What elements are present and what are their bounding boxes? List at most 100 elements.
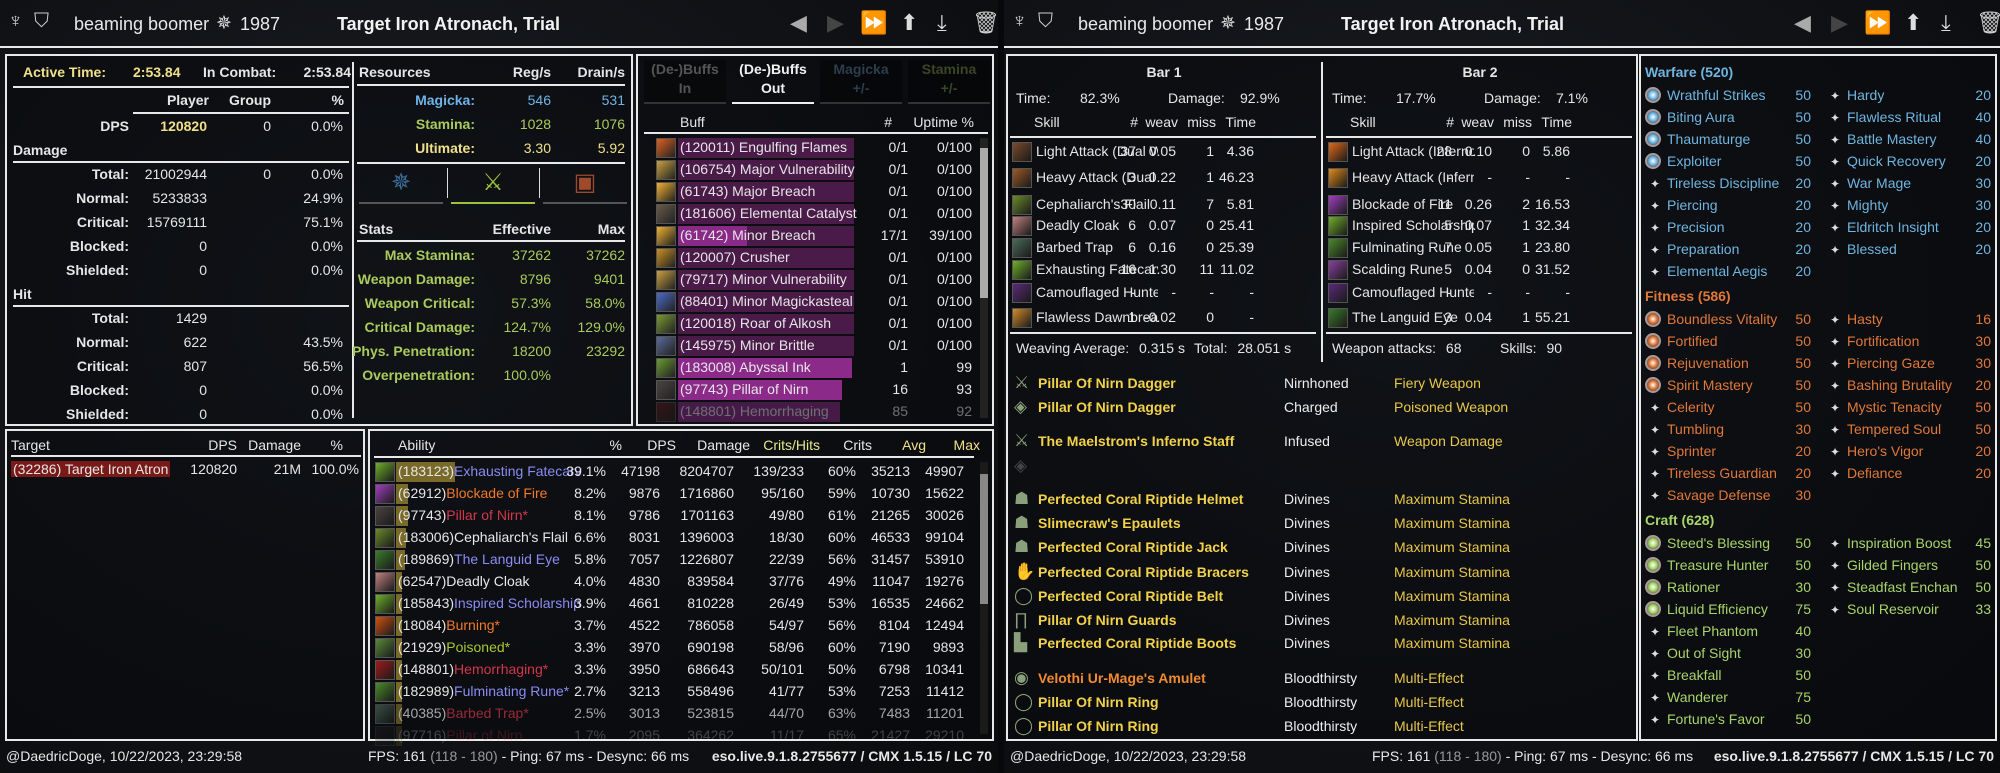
skill-row[interactable]: Light Attack (Dual Wi 37 0.05 1 4.36: [1008, 142, 1318, 164]
ability-row[interactable]: (183006)Cephaliarch's Flail 6.6% 8031 13960…: [370, 528, 976, 550]
buff-row[interactable]: (88401) Minor Magickasteal 0/1 0/100: [638, 292, 972, 313]
cp-star-row[interactable]: ✦ Sprinter 20: [1641, 442, 1811, 464]
cp-star-row[interactable]: ✦ Wanderer 75: [1641, 688, 1811, 710]
next-fight-button[interactable]: ▶: [827, 10, 844, 36]
cp-star-row[interactable]: ✦ Soul Reservoir 33: [1821, 600, 1991, 622]
skill-row[interactable]: Inspired Scholarship 5 0.07 1 32.34: [1324, 216, 1634, 238]
save-button[interactable]: ⤓: [1941, 10, 1951, 36]
equipment-row[interactable]: ☗ Slimecraw's Epaulets Divines Maximum Stam…: [1008, 513, 1628, 536]
delete-button[interactable]: 🗑: [972, 10, 1000, 36]
buffs-tab-2[interactable]: Magicka +/-: [820, 60, 902, 104]
equipment-row[interactable]: ⚔ Pillar Of Nirn Dagger Nirnhoned Fiery Wea…: [1008, 373, 1628, 396]
cp-star-row[interactable]: ✦ Quick Recovery 20: [1821, 152, 1991, 174]
cp-star-row[interactable]: Rejuvenation 50: [1641, 354, 1811, 376]
skill-row[interactable]: Exhausting Fatecarv 16 1.30 11 11.02: [1008, 260, 1318, 282]
buff-row[interactable]: (183008) Abyssal Ink 1 99: [638, 358, 972, 379]
resource-tab-stamina[interactable]: ⚔: [451, 168, 535, 204]
cp-star-row[interactable]: ✦ Defiance 20: [1821, 464, 1991, 486]
ability-row[interactable]: (97716)Pillar of Nirn 1.7% 2095 364262 11/17…: [370, 726, 976, 748]
ability-row[interactable]: (189869)The Languid Eye 5.8% 7057 1226807 22…: [370, 550, 976, 572]
last-fight-button[interactable]: ⏩: [860, 10, 887, 36]
equipment-row[interactable]: ◯ Pillar Of Nirn Ring Bloodthirsty Multi-Ef…: [1008, 716, 1628, 739]
ability-row[interactable]: (21929)Poisoned* 3.3% 3970 690198 58/96 60% 71…: [370, 638, 976, 660]
resource-tab-health[interactable]: ▣: [543, 168, 627, 204]
cp-star-row[interactable]: ✦ Hasty 16: [1821, 310, 1991, 332]
delete-button[interactable]: 🗑: [1976, 10, 2000, 36]
equipment-row[interactable]: ☗ Perfected Coral Riptide Jack Divines Maxi…: [1008, 537, 1628, 560]
cp-star-row[interactable]: ✦ Hardy 20: [1821, 86, 1991, 108]
cp-star-row[interactable]: Thaumaturge 50: [1641, 130, 1811, 152]
cp-star-row[interactable]: ✦ Fortification 30: [1821, 332, 1991, 354]
ability-row[interactable]: (62547)Deadly Cloak 4.0% 4830 839584 37/76 49…: [370, 572, 976, 594]
ability-row[interactable]: (183123)Exhausting Fatecarv 39.1% 47198 820…: [370, 462, 976, 484]
buffs-scrollbar[interactable]: [980, 138, 988, 418]
ability-row[interactable]: (148801)Hemorrhaging* 3.3% 3950 686643 50/10…: [370, 660, 976, 682]
skill-row[interactable]: Heavy Attack (Dual W3 0.22 146.23: [1008, 168, 1318, 190]
save-button[interactable]: ⤓: [937, 10, 947, 36]
equipment-row[interactable]: ◉ Velothi Ur-Mage's Amulet Bloodthirsty Mul…: [1008, 668, 1628, 691]
abilities-scrollbar[interactable]: [980, 462, 988, 734]
cp-star-row[interactable]: ✦ Celerity 50: [1641, 398, 1811, 420]
buff-row[interactable]: (120007) Crusher 0/1 0/100: [638, 248, 972, 269]
cp-star-row[interactable]: ✦ Bashing Brutality 20: [1821, 376, 1991, 398]
skill-row[interactable]: Deadly Cloak 6 0.07 0 25.41: [1008, 216, 1318, 238]
cp-star-row[interactable]: ✦ Tireless Discipline 20: [1641, 174, 1811, 196]
skill-row[interactable]: Flawless Dawnbreak 1 -0.02 0 -: [1008, 308, 1318, 330]
skill-row[interactable]: Camouflaged Hunter - - - -: [1008, 283, 1318, 305]
cp-star-row[interactable]: ✦ Piercing Gaze 30: [1821, 354, 1991, 376]
cp-star-row[interactable]: ✦ Tempered Soul 50: [1821, 420, 1991, 442]
cp-star-row[interactable]: ✦ Elemental Aegis 20: [1641, 262, 1811, 284]
cp-star-row[interactable]: Spirit Mastery 50: [1641, 376, 1811, 398]
equipment-row[interactable]: ◯ Perfected Coral Riptide Belt Divines Maxi…: [1008, 586, 1628, 609]
equipment-row[interactable]: ◯ Pillar Of Nirn Ring Bloodthirsty Multi-Ef…: [1008, 692, 1628, 715]
buffs-tab-1[interactable]: (De-)Buffs Out: [732, 60, 814, 104]
cp-star-row[interactable]: ✦ Hero's Vigor 20: [1821, 442, 1991, 464]
cp-star-row[interactable]: Liquid Efficiency 75: [1641, 600, 1811, 622]
ability-row[interactable]: (97743)Pillar of Nirn* 8.1% 9786 1701163 49/…: [370, 506, 976, 528]
cp-star-row[interactable]: ✦ Precision 20: [1641, 218, 1811, 240]
target-row[interactable]: (32286) Target Iron Atron 120820 21M 100.0%: [7, 460, 363, 482]
skill-row[interactable]: Heavy Attack (Inferno - - - -: [1324, 168, 1634, 190]
cp-star-row[interactable]: ✦ Steadfast Enchan 50: [1821, 578, 1991, 600]
equipment-row[interactable]: ⚔ The Maelstrom's Inferno Staff Infused Wea…: [1008, 431, 1628, 454]
buff-row[interactable]: (148801) Hemorrhaging 85 92: [638, 402, 972, 423]
cp-star-row[interactable]: Treasure Hunter 50: [1641, 556, 1811, 578]
cp-star-row[interactable]: Boundless Vitality 50: [1641, 310, 1811, 332]
buff-row[interactable]: (97743) Pillar of Nirn 16 93: [638, 380, 972, 401]
upload-button[interactable]: ⬆: [1904, 10, 1922, 36]
resource-tab-magicka[interactable]: ✵: [359, 168, 443, 204]
skill-row[interactable]: Light Attack (Inferno) 28 0.10 0 5.86: [1324, 142, 1634, 164]
equipment-row[interactable]: ◈ Pillar Of Nirn Dagger Charged Poisoned We…: [1008, 397, 1628, 420]
buff-row[interactable]: (106754) Major Vulnerability 0/1 0/100: [638, 160, 972, 181]
cp-star-row[interactable]: Steed's Blessing 50: [1641, 534, 1811, 556]
ability-row[interactable]: (62912)Blockade of Fire 8.2% 9876 1716860 95…: [370, 484, 976, 506]
last-fight-button[interactable]: ⏩: [1864, 10, 1891, 36]
skill-row[interactable]: Fulminating Rune 7 0.05 1 23.80: [1324, 238, 1634, 260]
cp-star-row[interactable]: ✦ Tumbling 30: [1641, 420, 1811, 442]
buffs-tab-3[interactable]: Stamina +/-: [908, 60, 990, 104]
skill-row[interactable]: Barbed Trap 6 0.16 0 25.39: [1008, 238, 1318, 260]
cp-star-row[interactable]: ✦ Mystic Tenacity 50: [1821, 398, 1991, 420]
cp-star-row[interactable]: ✦ Piercing 20: [1641, 196, 1811, 218]
ability-row[interactable]: (40385)Barbed Trap* 2.5% 3013 523815 44/70 63…: [370, 704, 976, 726]
buff-row[interactable]: (61743) Major Breach 0/1 0/100: [638, 182, 972, 203]
skill-row[interactable]: Cephaliarch's Flail 30 0.11 7 5.81: [1008, 195, 1318, 217]
buff-row[interactable]: (145975) Minor Brittle 0/1 0/100: [638, 336, 972, 357]
ability-row[interactable]: (18084)Burning* 3.7% 4522 786058 54/97 56% 810…: [370, 616, 976, 638]
cp-star-row[interactable]: Biting Aura 50: [1641, 108, 1811, 130]
skill-row[interactable]: Scalding Rune 5 0.04 0 31.52: [1324, 260, 1634, 282]
cp-star-row[interactable]: ✦ Savage Defense 30: [1641, 486, 1811, 508]
cp-star-row[interactable]: ✦ Inspiration Boost 45: [1821, 534, 1991, 556]
buff-row[interactable]: (120011) Engulfing Flames 0/1 0/100: [638, 138, 972, 159]
cp-star-row[interactable]: ✦ Blessed 20: [1821, 240, 1991, 262]
previous-fight-button[interactable]: ◀: [1794, 10, 1811, 36]
cp-star-row[interactable]: Exploiter 50: [1641, 152, 1811, 174]
cp-star-row[interactable]: ✦ Breakfall 50: [1641, 666, 1811, 688]
cp-star-row[interactable]: ✦ Fortune's Favor 50: [1641, 710, 1811, 732]
upload-button[interactable]: ⬆: [900, 10, 918, 36]
ability-row[interactable]: (182989)Fulminating Rune* 2.7% 3213 558496 4…: [370, 682, 976, 704]
skill-row[interactable]: The Languid Eye 3 0.04 1 55.21: [1324, 308, 1634, 330]
cp-star-row[interactable]: ✦ Battle Mastery 40: [1821, 130, 1991, 152]
cp-star-row[interactable]: ✦ Tireless Guardian 20: [1641, 464, 1811, 486]
cp-star-row[interactable]: Rationer 30: [1641, 578, 1811, 600]
